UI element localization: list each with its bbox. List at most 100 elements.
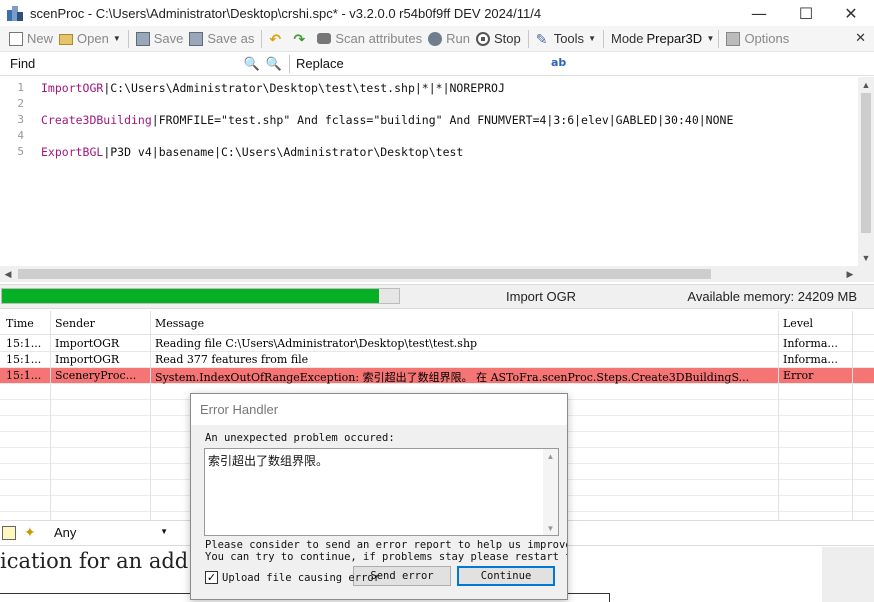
- level-filter-select[interactable]: Any ▼: [53, 525, 171, 543]
- save-label: Save: [153, 31, 184, 46]
- toolbar-separator: [261, 29, 263, 48]
- upload-file-checkbox[interactable]: ✓ Upload file causing error: [205, 571, 380, 584]
- wrench-icon: ✎: [535, 30, 548, 47]
- continue-button[interactable]: Continue: [457, 566, 555, 586]
- scroll-down-icon[interactable]: ▼: [543, 521, 558, 535]
- replace-label[interactable]: Replace: [296, 56, 344, 71]
- run-label: Run: [446, 31, 470, 46]
- save-button[interactable]: Save: [133, 28, 187, 50]
- error-message-textbox[interactable]: 索引超出了数组界限。 ▲ ▼: [204, 448, 559, 536]
- save-as-label: Save as: [207, 31, 255, 46]
- textbox-scrollbar[interactable]: ▲ ▼: [543, 449, 558, 535]
- scroll-thumb[interactable]: [861, 93, 871, 233]
- line-number-gutter: 1 2 3 4 5: [0, 77, 30, 266]
- main-toolbar: New Open ▼ Save Save as ↶ ↷ Scan attribu…: [0, 26, 874, 52]
- stop-button[interactable]: Stop: [473, 28, 524, 50]
- step-params: |P3D v4|basename|C:\Users\Administrator\…: [103, 145, 464, 159]
- chevron-down-icon: ▼: [588, 34, 596, 43]
- chevron-down-icon[interactable]: ▼: [113, 34, 121, 43]
- scroll-right-icon[interactable]: ▶: [842, 266, 858, 282]
- column-header-level[interactable]: Level: [783, 317, 813, 330]
- new-file-icon: [9, 31, 23, 46]
- new-button[interactable]: New: [6, 28, 56, 50]
- open-label: Open: [77, 31, 109, 46]
- minimize-button[interactable]: —: [736, 0, 782, 26]
- toolbar-separator: [127, 29, 129, 48]
- toolbar-separator: [602, 29, 604, 48]
- step-keyword: ImportOGR: [41, 81, 104, 95]
- editor-vertical-scrollbar[interactable]: ▲ ▼: [858, 77, 874, 266]
- log-table-header: Time Sender Message Level: [0, 311, 874, 335]
- mode-value: Prepar3D: [646, 31, 703, 46]
- column-header-message[interactable]: Message: [155, 317, 204, 330]
- line-number: 4: [17, 129, 24, 142]
- open-button[interactable]: Open ▼: [56, 28, 124, 50]
- upload-file-label: Upload file causing error: [222, 571, 381, 584]
- stop-icon: [475, 31, 490, 46]
- stop-label: Stop: [493, 31, 521, 46]
- column-header-sender[interactable]: Sender: [55, 317, 95, 330]
- scan-attributes-button[interactable]: Scan attributes: [314, 28, 425, 50]
- script-editor[interactable]: 1 2 3 4 5 ImportOGR|C:\Users\Administrat…: [0, 77, 858, 266]
- options-button[interactable]: Options: [723, 28, 792, 50]
- save-as-button[interactable]: Save as: [186, 28, 257, 50]
- redo-icon: ↷: [293, 30, 306, 47]
- redo-button[interactable]: ↷: [290, 28, 314, 50]
- chevron-down-icon: ▼: [706, 34, 715, 43]
- cell-level: Error: [783, 369, 814, 382]
- line-number: 5: [17, 145, 24, 158]
- options-icon: [726, 31, 741, 46]
- regex-icon[interactable]: ab: [551, 56, 566, 69]
- find-bar: Find 🔍 🔍 Replace ab: [0, 52, 874, 76]
- edit-note-icon[interactable]: [2, 526, 16, 540]
- scroll-down-icon[interactable]: ▼: [858, 250, 874, 266]
- scroll-up-icon[interactable]: ▲: [543, 449, 558, 463]
- step-keyword: Create3DBuilding: [41, 113, 152, 127]
- dialog-note: You can try to continue, if problems sta…: [205, 551, 568, 563]
- close-panel-icon[interactable]: ✕: [855, 31, 866, 46]
- cell-message: System.IndexOutOfRangeException: 索引超出了数组…: [155, 371, 750, 384]
- find-input[interactable]: [38, 54, 238, 74]
- progress-bar: [1, 288, 400, 304]
- error-message-text: 索引超出了数组界限。: [208, 454, 329, 468]
- tools-menu[interactable]: ✎ Tools ▼: [533, 28, 599, 50]
- open-folder-icon: [59, 34, 74, 45]
- background-document-margin: [822, 547, 874, 602]
- close-window-button[interactable]: ✕: [828, 0, 874, 26]
- background-document-rule: [609, 593, 610, 602]
- title-bar: scenProc - C:\Users\Administrator\Deskto…: [0, 0, 874, 26]
- checkbox-box[interactable]: ✓: [205, 571, 218, 584]
- maximize-button[interactable]: ☐: [783, 0, 829, 26]
- run-button[interactable]: Run: [425, 28, 473, 50]
- code-line[interactable]: ImportOGR|C:\Users\Administrator\Desktop…: [41, 81, 505, 95]
- step-params: |C:\Users\Administrator\Desktop\test\tes…: [103, 81, 505, 95]
- table-row[interactable]: 15:1... ImportOGR Reading file C:\Users\…: [0, 336, 874, 352]
- scroll-thumb[interactable]: [18, 269, 711, 279]
- code-line[interactable]: ExportBGL|P3D v4|basename|C:\Users\Admin…: [41, 145, 463, 159]
- mode-select[interactable]: Prepar3D ▼: [647, 28, 715, 50]
- find-previous-icon[interactable]: 🔍: [243, 55, 261, 73]
- undo-button[interactable]: ↶: [266, 28, 290, 50]
- chevron-down-icon: ▼: [160, 527, 168, 536]
- code-line[interactable]: Create3DBuilding|FROMFILE="test.shp" And…: [41, 113, 733, 127]
- cell-level: Informa...: [783, 353, 838, 366]
- table-row-error[interactable]: 15:1... SceneryProc... System.IndexOutOf…: [0, 368, 874, 384]
- save-disk-icon: [135, 31, 150, 46]
- find-next-icon[interactable]: 🔍: [265, 55, 283, 73]
- dialog-title-bar[interactable]: Error Handler: [191, 394, 567, 425]
- editor-horizontal-scrollbar[interactable]: ◀ ▶: [0, 266, 858, 282]
- column-divider: [852, 311, 853, 520]
- column-header-time[interactable]: Time: [6, 317, 34, 330]
- clear-broom-icon[interactable]: ✦: [24, 525, 36, 541]
- step-params: |FROMFILE="test.shp" And fclass="buildin…: [151, 113, 734, 127]
- scrollbar-corner: [858, 266, 874, 282]
- available-memory: Available memory: 24209 MB: [687, 289, 857, 304]
- binoculars-icon: [317, 33, 332, 44]
- scroll-up-icon[interactable]: ▲: [858, 77, 874, 93]
- window-title: scenProc - C:\Users\Administrator\Deskto…: [30, 5, 542, 21]
- table-row[interactable]: 15:1... ImportOGR Read 377 features from…: [0, 352, 874, 368]
- step-keyword: ExportBGL: [41, 145, 104, 159]
- scroll-left-icon[interactable]: ◀: [0, 266, 16, 282]
- dialog-title: Error Handler: [200, 402, 279, 417]
- dialog-note: Please consider to send an error report …: [205, 539, 568, 551]
